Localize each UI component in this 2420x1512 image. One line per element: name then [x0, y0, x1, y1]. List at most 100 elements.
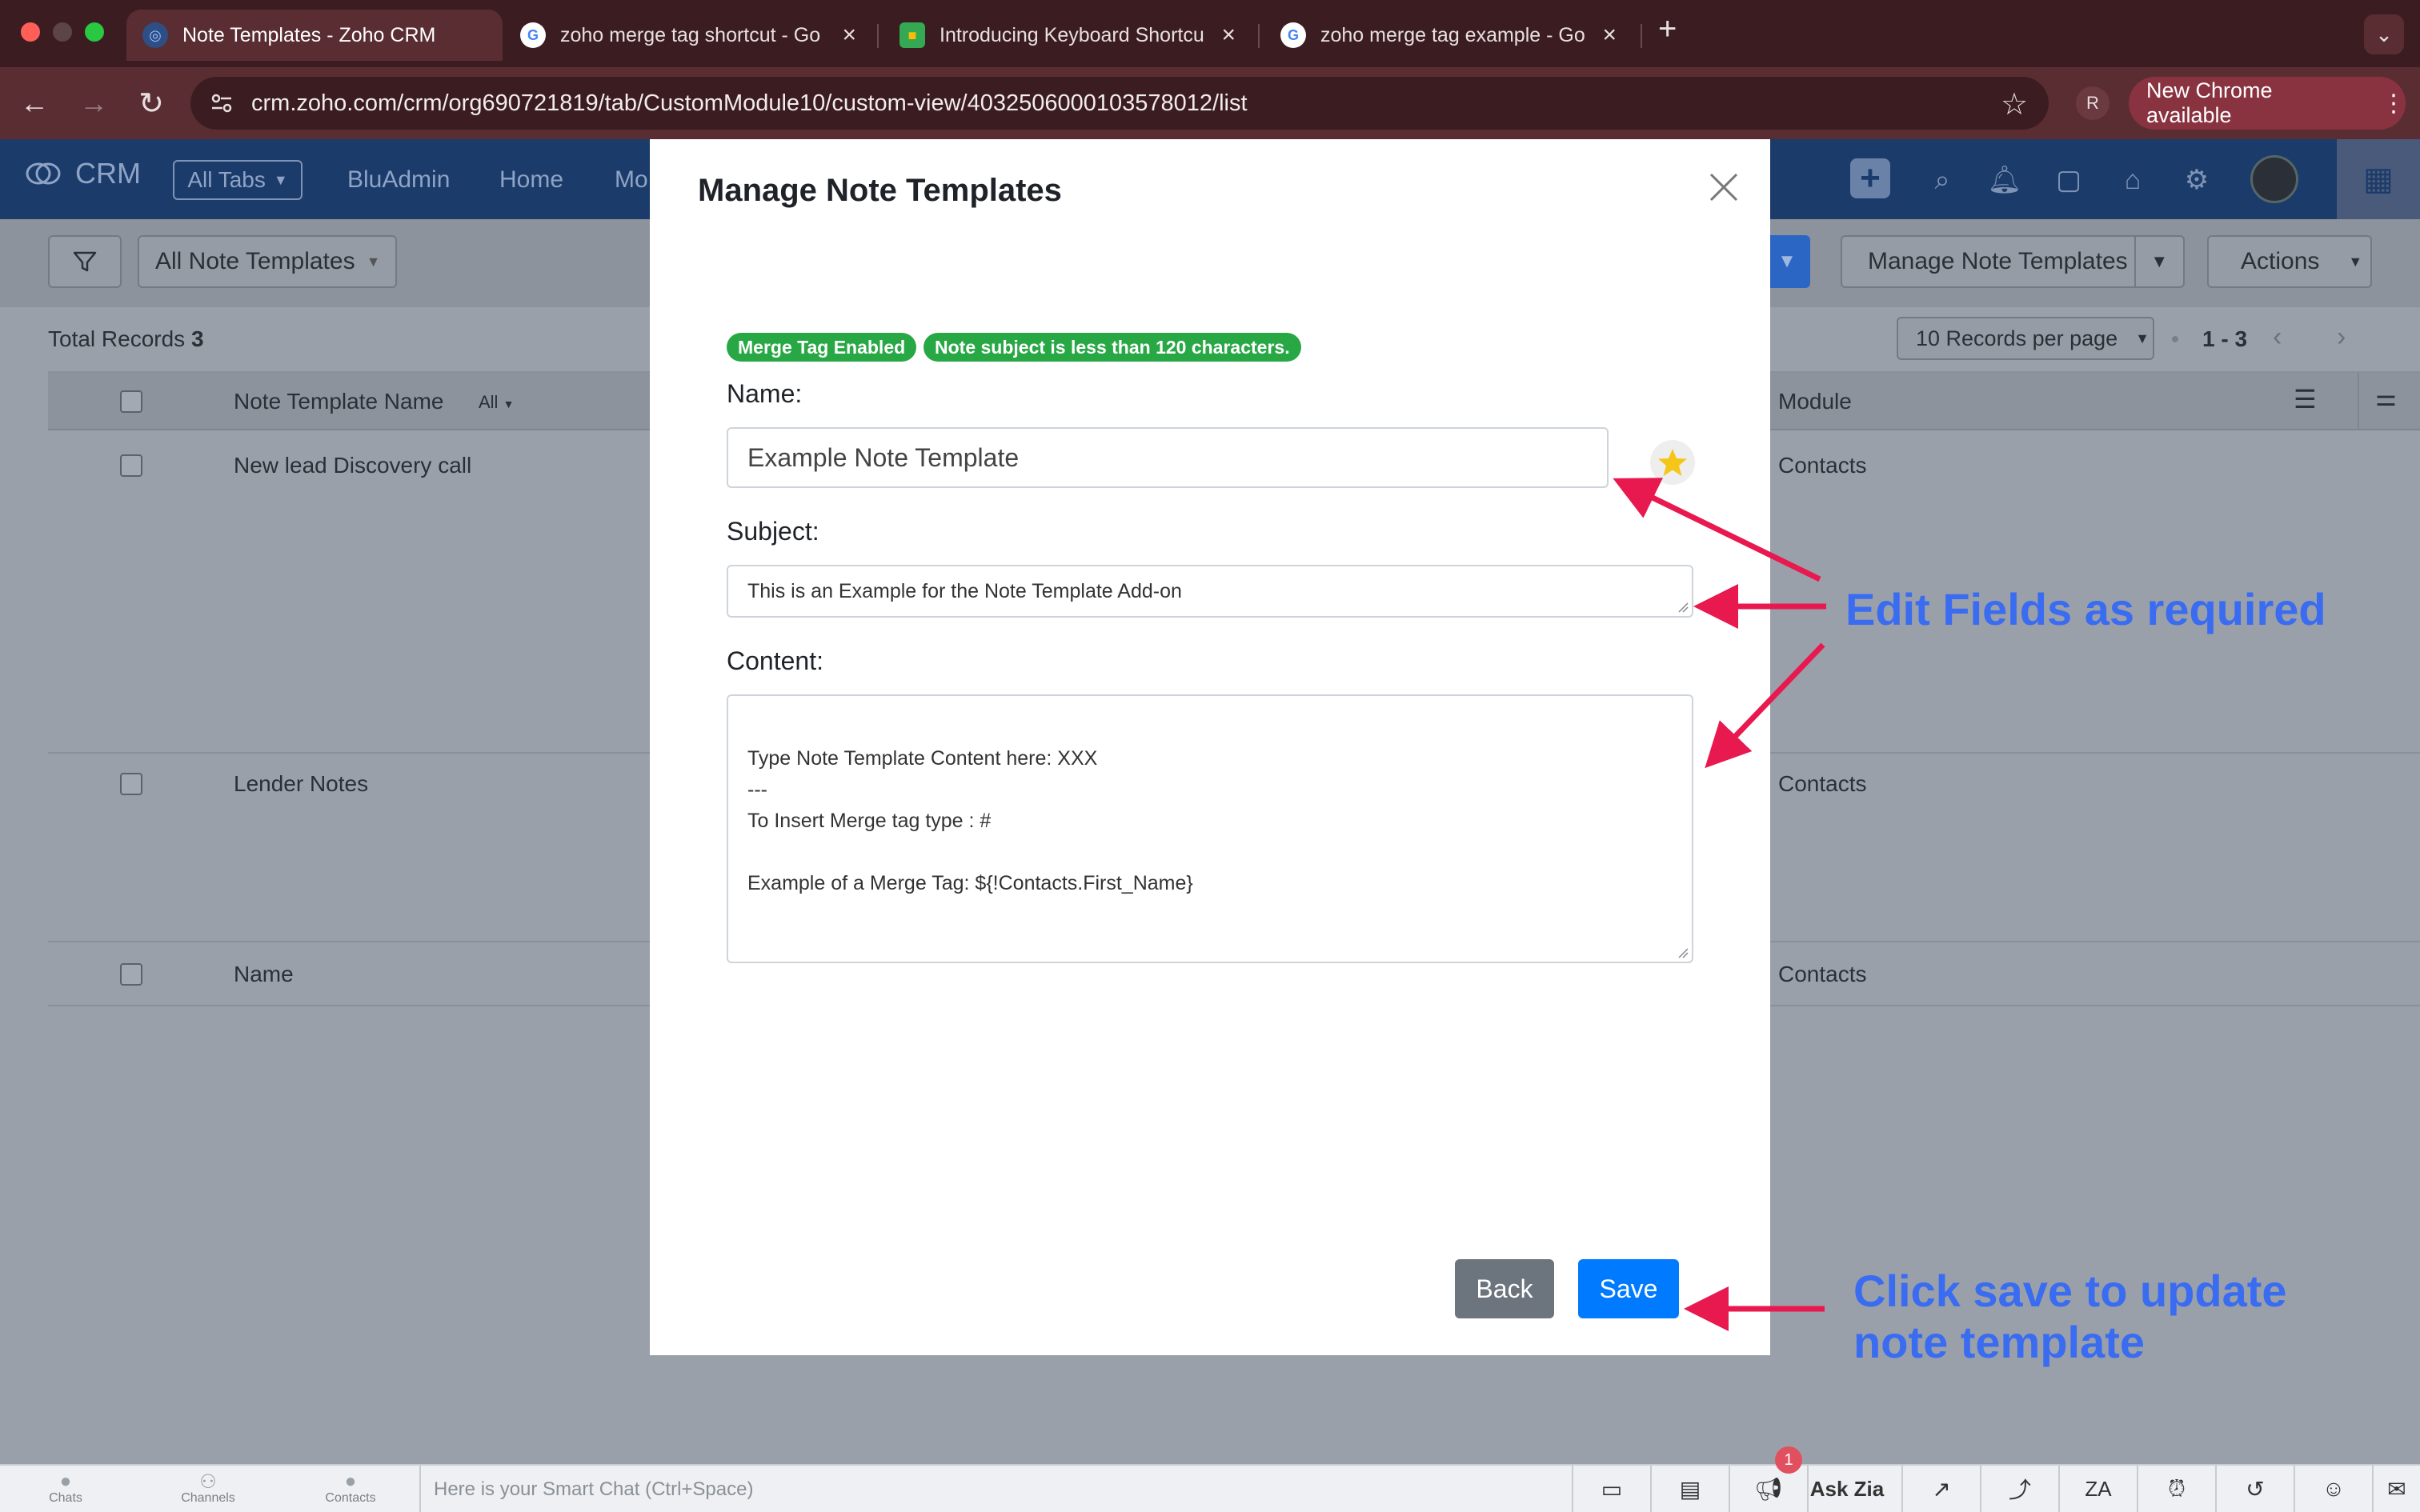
caret-down-icon: ▼ — [2348, 253, 2363, 270]
row-checkbox[interactable] — [120, 454, 142, 477]
maximize-window-button[interactable] — [85, 22, 104, 42]
close-icon[interactable] — [1705, 168, 1743, 206]
address-bar[interactable]: crm.zoho.com/crm/org690721819/tab/Custom… — [190, 77, 2049, 130]
view-select-dropdown[interactable]: All Note Templates ▼ — [138, 235, 397, 288]
subject-length-badge: Note subject is less than 120 characters… — [924, 333, 1301, 362]
site-settings-icon[interactable] — [210, 91, 234, 115]
column-header-module[interactable]: Module — [1778, 389, 1852, 414]
contacts-button[interactable]: ● Contacts — [311, 1470, 391, 1506]
meeting-icon[interactable]: ▤ — [1650, 1466, 1729, 1512]
row-module: Contacts — [1778, 453, 1867, 478]
content-textarea[interactable]: Type Note Template Content here: XXX ---… — [727, 694, 1693, 963]
row-name-link[interactable]: Lender Notes — [234, 771, 368, 797]
total-records: Total Records 3 — [48, 326, 204, 351]
column-menu-icon[interactable]: ☰ — [2294, 384, 2317, 414]
announcement-megaphone-icon[interactable]: 📢︎ — [1729, 1466, 1807, 1512]
row-module: Contacts — [1778, 771, 1867, 796]
select-all-checkbox[interactable] — [120, 390, 142, 413]
close-tab-icon[interactable]: × — [1221, 22, 1236, 49]
close-tab-icon[interactable]: × — [1602, 22, 1617, 49]
actions-dropdown[interactable]: Actions ▼ — [2207, 235, 2372, 288]
tab-search-chevron-down-icon[interactable]: ⌄ — [2364, 14, 2404, 54]
people-group-icon: ⚇ — [199, 1471, 217, 1493]
resize-handle-icon[interactable] — [1677, 602, 1689, 613]
browser-tab-zoho-crm[interactable]: ◎ Note Templates - Zoho CRM — [126, 10, 503, 61]
close-window-button[interactable] — [21, 22, 40, 42]
caret-down-icon[interactable]: ▼ — [2136, 251, 2183, 272]
chat-bubble-icon: ● — [59, 1470, 72, 1492]
url-text[interactable]: crm.zoho.com/crm/org690721819/tab/Custom… — [251, 90, 1248, 117]
caret-down-icon: ▼ — [503, 398, 515, 410]
bell-icon[interactable]: 🔔︎ — [1986, 162, 2023, 198]
workflow-icon[interactable]: ⤴ — [1980, 1466, 2058, 1512]
channels-button[interactable]: ⚇ Channels — [168, 1470, 248, 1506]
nav-home[interactable]: Home — [499, 166, 563, 194]
modal-title: Manage Note Templates — [698, 173, 1062, 208]
chats-button[interactable]: ● Chats — [26, 1470, 106, 1506]
feedback-icon[interactable]: ✉ — [2372, 1466, 2420, 1512]
row-checkbox[interactable] — [120, 773, 142, 795]
new-chrome-available-button[interactable]: New Chrome available ⋮ — [2129, 77, 2406, 130]
screen-share-icon[interactable]: ▭ — [1572, 1466, 1650, 1512]
crm-logo[interactable]: CRM — [24, 157, 141, 190]
close-tab-icon[interactable]: × — [842, 22, 856, 49]
ask-zia-button[interactable]: Ask Zia — [1807, 1466, 1885, 1512]
resize-handle-icon[interactable] — [1677, 947, 1689, 958]
tab-separator — [877, 24, 879, 48]
header-divider — [2358, 373, 2359, 430]
accessibility-icon[interactable]: ☺ — [2294, 1466, 2372, 1512]
reload-icon[interactable]: ↻ — [133, 85, 170, 122]
alarm-clock-icon[interactable]: ⏰︎ — [2137, 1466, 2215, 1512]
create-record-caret-down-icon[interactable]: ▼ — [1764, 235, 1810, 288]
forward-arrow-icon[interactable]: → — [75, 85, 112, 122]
manage-note-templates-button[interactable]: Manage Note Templates ▼ — [1841, 235, 2185, 288]
create-plus-icon[interactable]: + — [1850, 158, 1890, 198]
minimize-window-button[interactable] — [53, 22, 72, 42]
nav-modules[interactable]: Mo — [615, 166, 648, 194]
profile-avatar[interactable]: R — [2076, 86, 2109, 120]
column-filter-all[interactable]: All ▼ — [479, 392, 514, 413]
back-arrow-icon[interactable]: ← — [16, 85, 53, 122]
all-tabs-dropdown[interactable]: All Tabs ▼ — [173, 160, 302, 200]
chevron-left-icon[interactable]: ‹ — [2273, 322, 2282, 353]
marketplace-icon[interactable]: ⌂ — [2114, 162, 2151, 198]
column-header-name[interactable]: Note Template Name — [234, 389, 444, 414]
nav-bluadmin[interactable]: BluAdmin — [347, 166, 450, 194]
tab-separator — [1641, 24, 1642, 48]
records-per-page-dropdown[interactable]: 10 Records per page ▼ — [1897, 317, 2154, 360]
calendar-icon[interactable]: ▢ — [2050, 162, 2087, 198]
chevron-right-icon[interactable]: › — [2337, 322, 2346, 353]
user-avatar[interactable] — [2250, 155, 2298, 203]
person-icon: ● — [344, 1470, 357, 1492]
zia-icon[interactable]: ZA — [2058, 1466, 2137, 1512]
gear-icon[interactable]: ⚙ — [2178, 162, 2215, 198]
analytics-icon[interactable]: ↗ — [1901, 1466, 1980, 1512]
name-input[interactable] — [727, 427, 1609, 488]
star-icon — [1658, 449, 1687, 476]
caret-down-icon: ▼ — [2135, 330, 2150, 346]
funnel-icon — [73, 251, 97, 272]
favorite-star-icon[interactable] — [1650, 440, 1695, 485]
history-icon[interactable]: ↺ — [2215, 1466, 2294, 1512]
row-name-link[interactable]: Name — [234, 962, 294, 987]
tab-separator — [1258, 24, 1260, 48]
row-name-link[interactable]: New lead Discovery call — [234, 453, 471, 478]
more-vertical-icon: ⋮ — [2382, 90, 2406, 117]
bookmark-star-icon[interactable]: ☆ — [2001, 86, 2028, 122]
browser-tab-google-search-1[interactable]: G zoho merge tag shortcut - Go × — [504, 10, 872, 61]
browser-tab-keyboard-shortcuts[interactable]: ■ Introducing Keyboard Shortcu × — [883, 10, 1252, 61]
row-module: Contacts — [1778, 962, 1867, 986]
subject-input[interactable]: This is an Example for the Note Template… — [727, 565, 1693, 618]
row-checkbox[interactable] — [120, 963, 142, 986]
search-icon[interactable]: ⌕ — [1924, 162, 1961, 198]
filter-funnel-icon[interactable] — [48, 235, 122, 288]
merge-tag-enabled-badge: Merge Tag Enabled — [727, 333, 917, 362]
notification-badge: 1 — [1775, 1446, 1802, 1474]
column-settings-sliders-icon[interactable]: ⚌ — [2375, 384, 2397, 412]
new-tab-button[interactable]: + — [1658, 11, 1677, 47]
app-grid-icon[interactable]: ▦ — [2337, 139, 2420, 219]
browser-tab-google-search-2[interactable]: G zoho merge tag example - Go × — [1264, 10, 1633, 61]
record-range: 1 - 3 — [2202, 326, 2248, 351]
back-button[interactable]: Back — [1455, 1259, 1554, 1318]
save-button[interactable]: Save — [1578, 1259, 1679, 1318]
